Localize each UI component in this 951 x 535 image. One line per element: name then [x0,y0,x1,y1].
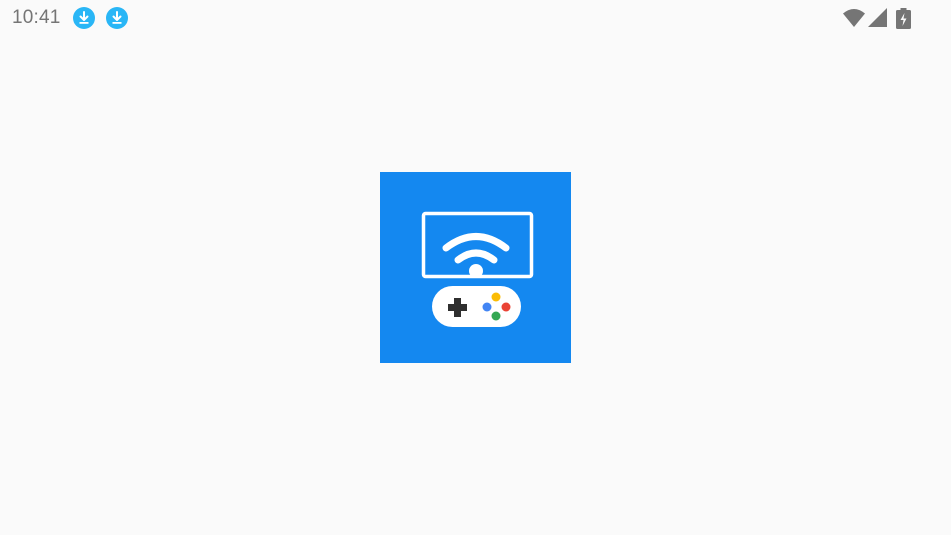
wifi-icon [843,9,865,27]
download-notification-icon [73,7,95,29]
gamepad-icon [432,286,521,327]
status-time: 10:41 [12,7,61,28]
app-logo [380,172,571,363]
button-green-icon [491,311,501,321]
battery-charging-icon [896,8,911,29]
button-red-icon [501,302,511,312]
button-blue-icon [482,302,492,312]
cell-signal-icon [868,8,887,27]
button-yellow-icon [491,292,501,302]
download-notification-icon [106,7,128,29]
status-bar: 10:41 [0,0,951,38]
